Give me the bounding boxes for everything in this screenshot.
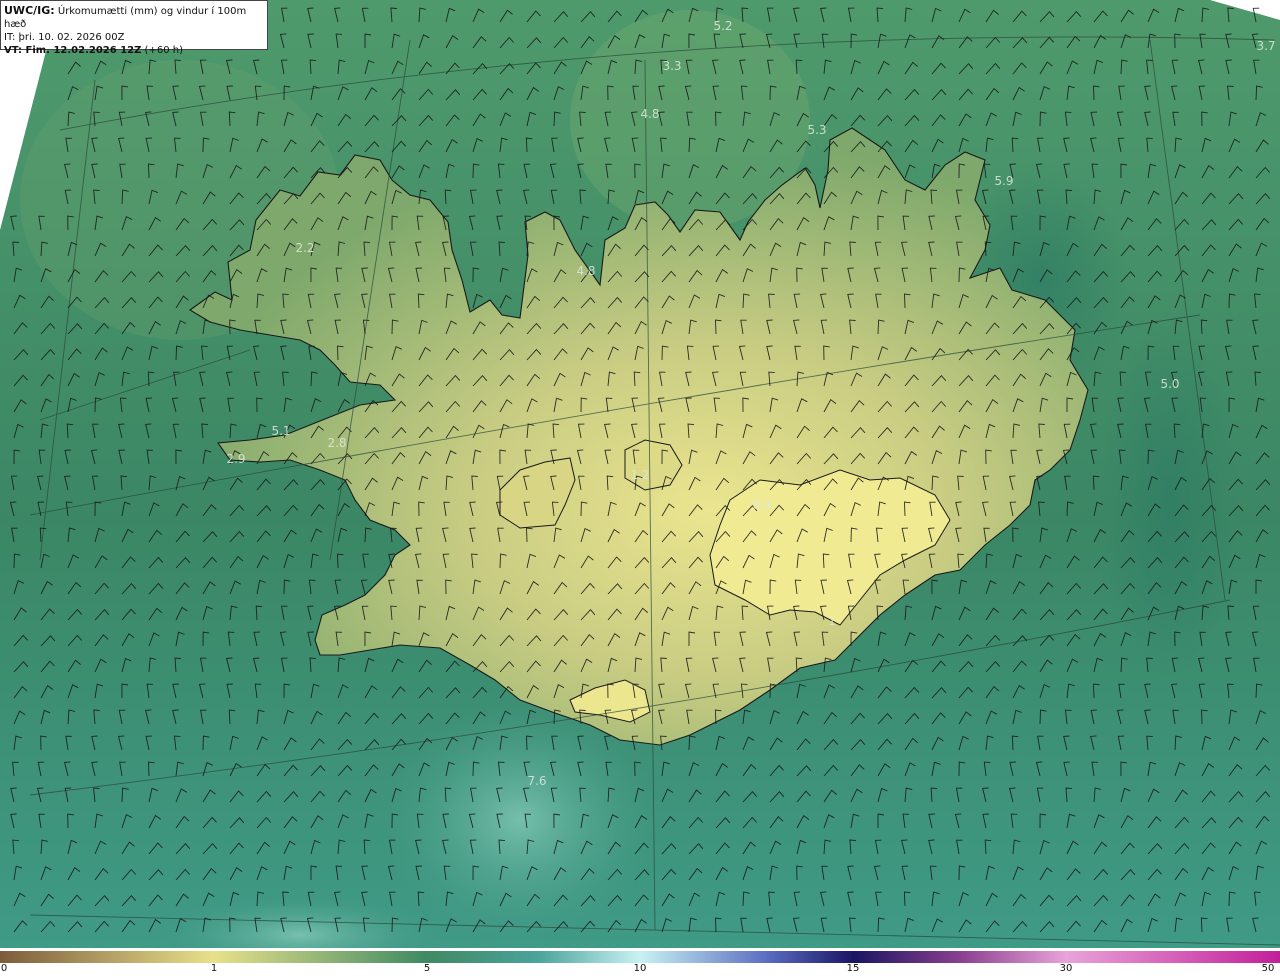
colorbar-ticks: 0 1 5 10 15 30 50 [0,961,1280,978]
field-label: 4.8 [576,264,595,278]
field-label: 5.9 [994,174,1013,188]
colorbar-tick: 0 [0,963,8,974]
field-label: 5.2 [713,19,732,33]
field-label: 5.3 [807,123,826,137]
colorbar-tick: 15 [846,963,860,974]
field-label: 0.9 [752,498,771,512]
field-label: 4.8 [640,107,659,121]
colorbar-tick: 5 [423,963,431,974]
colorbar-tick: 50 [1261,963,1275,974]
field-label: 1.2 [630,468,649,482]
initial-time: IT: þri. 10. 02. 2026 00Z [4,32,125,43]
forecast-hour: (+60 h) [141,45,183,56]
field-label: 3.7 [1256,39,1275,53]
field-label: 1 [828,614,836,628]
valid-time: VT: Fim. 12.02.2026 12Z (+60 h) [4,44,264,57]
forecast-info-box: UWC/IG: Úrkomumætti (mm) og vindur í 100… [0,0,268,56]
field-label: 3.3 [662,59,681,73]
field-label: 7.6 [527,774,546,788]
field-label: 2.8 [327,436,346,450]
valid-time-date: VT: Fim. 12.02.2026 12Z [4,45,142,56]
field-label: 5.0 [1160,377,1179,391]
colorbar-tick: 1 [210,963,218,974]
product-code: UWC/IG: [4,4,55,17]
field-label: 2.9 [226,452,245,466]
colorbar-tick: 10 [633,963,647,974]
field-label: 5.1 [271,424,290,438]
precipitation-wind-map: 5.2 3.3 3.7 4.8 5.3 5.9 4.8 2.2 5.1 2.8 … [0,0,1280,975]
colorbar-tick: 30 [1059,963,1073,974]
precipitation-colorbar [0,948,1280,963]
field-label: 2.2 [295,241,314,255]
product-title: UWC/IG: Úrkomumætti (mm) og vindur í 100… [4,4,264,31]
